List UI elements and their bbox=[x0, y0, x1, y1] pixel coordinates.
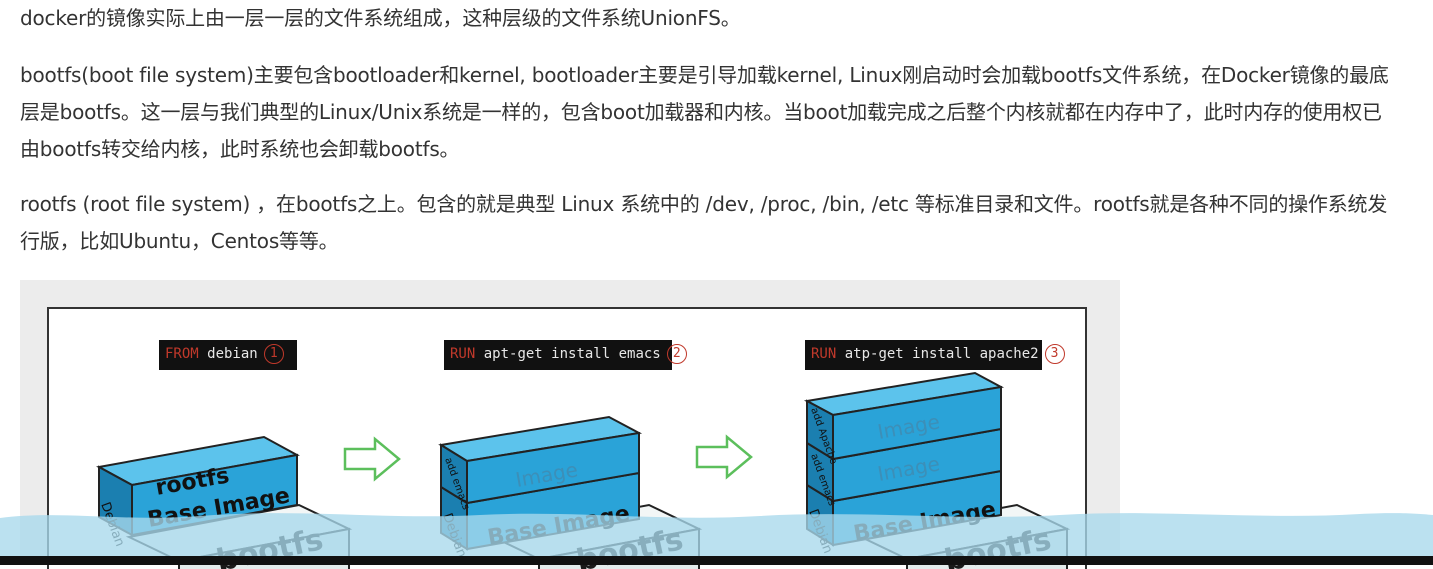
arrow-right-icon bbox=[343, 436, 401, 482]
bottom-bar bbox=[0, 556, 1433, 565]
paragraph-rootfs: rootfs (root file system) ，在bootfs之上。包含的… bbox=[20, 192, 1388, 253]
arrow-right-icon bbox=[695, 434, 753, 480]
wave-shape bbox=[0, 513, 1433, 560]
paragraph-bootfs: bootfs(boot file system)主要包含bootloader和k… bbox=[20, 63, 1389, 161]
wave-overlay bbox=[0, 513, 1433, 560]
paragraph-unionfs: docker的镜像实际上由一层一层的文件系统组成，这种层级的文件系统UnionF… bbox=[20, 6, 741, 30]
